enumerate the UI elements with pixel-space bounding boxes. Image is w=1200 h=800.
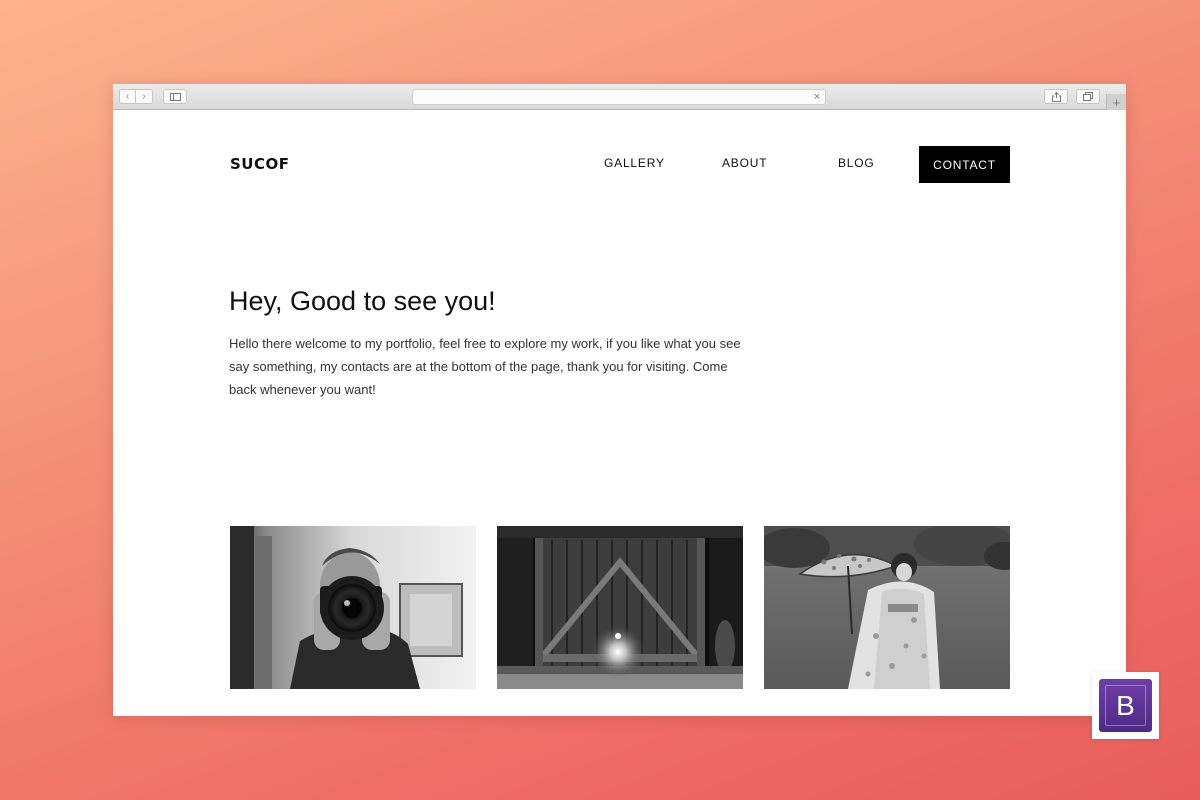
intro-paragraph: Hello there welcome to my portfolio, fee… <box>229 336 741 397</box>
nav-about-link[interactable]: ABOUT <box>722 156 767 170</box>
tabs-icon <box>1083 92 1093 101</box>
gallery-image-barn-door[interactable] <box>497 526 743 689</box>
browser-window: ‹ › × + SUCOF GALLERY ABOUT BLOG CONTACT… <box>113 84 1126 716</box>
back-button[interactable]: ‹ <box>119 89 136 104</box>
gallery-image-kimono[interactable] <box>764 526 1010 689</box>
sidebar-icon <box>169 92 181 101</box>
clear-icon[interactable]: × <box>814 90 820 104</box>
bootstrap-logo-icon: B <box>1099 679 1152 732</box>
contact-button-label: CONTACT <box>933 157 996 172</box>
bootstrap-badge: B <box>1092 672 1159 739</box>
browser-toolbar: ‹ › × + <box>113 84 1126 110</box>
plus-icon: + <box>1112 94 1121 110</box>
webpage: SUCOF GALLERY ABOUT BLOG CONTACT Hey, Go… <box>113 110 1126 716</box>
share-icon <box>1051 91 1061 102</box>
chevron-left-icon: ‹ <box>125 90 130 102</box>
sidebar-toggle-button[interactable] <box>163 89 187 104</box>
site-logo[interactable]: SUCOF <box>230 155 290 173</box>
nav-gallery-link[interactable]: GALLERY <box>604 156 665 170</box>
gallery-image-photographer[interactable] <box>230 526 476 689</box>
new-tab-button[interactable]: + <box>1106 94 1126 110</box>
share-button[interactable] <box>1044 89 1068 104</box>
forward-button[interactable]: › <box>136 89 153 104</box>
tabs-button[interactable] <box>1076 89 1100 104</box>
chevron-right-icon: › <box>142 90 146 102</box>
address-bar[interactable]: × <box>412 89 826 105</box>
bootstrap-logo-letter: B <box>1116 689 1135 721</box>
nav-blog-link[interactable]: BLOG <box>838 156 875 170</box>
page-heading: Hey, Good to see you! <box>229 286 496 316</box>
contact-button[interactable]: CONTACT <box>919 146 1010 183</box>
